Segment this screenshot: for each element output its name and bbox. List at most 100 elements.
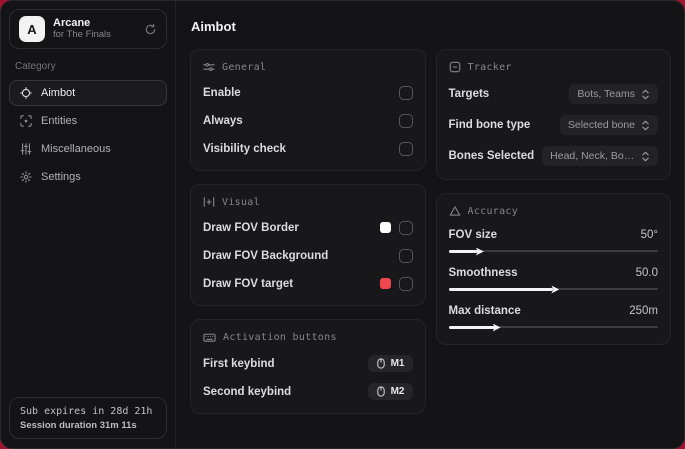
setting-row-fov-border: Draw FOV Border bbox=[203, 219, 413, 236]
tracker-card: Tracker Targets Bots, Teams Find bone ty… bbox=[435, 49, 671, 180]
sidebar-item-aimbot[interactable]: Aimbot bbox=[9, 80, 167, 106]
fov-target-color-swatch[interactable] bbox=[379, 278, 391, 289]
slider-thumb[interactable] bbox=[475, 247, 484, 256]
card-title: Tracker bbox=[467, 61, 512, 73]
fov-target-checkbox[interactable] bbox=[398, 276, 413, 291]
bones-selected-dropdown[interactable]: Head, Neck, Body, Pe.. bbox=[542, 146, 658, 166]
subscription-info: Sub expires in 28d 21h Session duration … bbox=[9, 397, 167, 439]
scan-eye-icon bbox=[20, 115, 32, 127]
setting-label: Second keybind bbox=[203, 385, 292, 398]
chevrons-up-down-icon bbox=[641, 120, 650, 131]
session-duration-text: Session duration 31m 11s bbox=[20, 420, 137, 431]
triangle-icon bbox=[449, 205, 461, 217]
app-window: A Arcane for The Finals Category Aimbot … bbox=[0, 0, 685, 449]
enable-checkbox[interactable] bbox=[398, 85, 413, 100]
fov-border-color-swatch[interactable] bbox=[379, 222, 391, 233]
setting-row-fov-background: Draw FOV Background bbox=[203, 247, 413, 264]
max-distance-slider[interactable] bbox=[448, 323, 658, 332]
fov-border-checkbox[interactable] bbox=[398, 220, 413, 235]
setting-row-second-keybind: Second keybind M2 bbox=[203, 383, 413, 400]
sidebar-item-label: Aimbot bbox=[41, 87, 76, 99]
setting-row-max-distance: Max distance 250m bbox=[448, 305, 658, 332]
brand-subtitle: for The Finals bbox=[53, 28, 111, 40]
smoothness-value: 50.0 bbox=[635, 267, 658, 279]
brand-logo: A bbox=[19, 16, 45, 42]
setting-row-always: Always bbox=[203, 112, 413, 129]
mouse-icon bbox=[376, 358, 386, 369]
sidebar-item-entities[interactable]: Entities bbox=[9, 108, 167, 134]
minus-square-icon bbox=[449, 61, 461, 73]
fov-background-checkbox[interactable] bbox=[398, 248, 413, 263]
visual-card: Visual Draw FOV Border Draw FOV Backgrou… bbox=[190, 184, 426, 306]
sidebar-item-label: Miscellaneous bbox=[41, 143, 111, 155]
category-label: Category bbox=[15, 61, 56, 72]
card-title: Activation buttons bbox=[223, 332, 337, 343]
accuracy-card: Accuracy FOV size 50° Smoothness 50.0 Ma… bbox=[435, 193, 671, 345]
sliders-horizontal-icon bbox=[203, 61, 215, 73]
setting-label: First keybind bbox=[203, 357, 275, 370]
find-bone-type-dropdown[interactable]: Selected bone bbox=[559, 115, 658, 135]
setting-label: Bones Selected bbox=[448, 150, 535, 162]
brand-card: A Arcane for The Finals bbox=[9, 9, 167, 49]
slider-thumb[interactable] bbox=[551, 285, 560, 294]
sliders-vertical-icon bbox=[20, 143, 32, 155]
setting-label: Enable bbox=[203, 86, 241, 99]
activation-buttons-card: Activation buttons First keybind M1 Seco… bbox=[190, 319, 426, 414]
general-card: General Enable Always Visibility check bbox=[190, 49, 426, 171]
keyboard-icon bbox=[203, 331, 216, 344]
sidebar-nav: Aimbot Entities Miscellaneous Settings bbox=[1, 80, 175, 190]
dropdown-value: Selected bone bbox=[567, 119, 635, 131]
slider-thumb[interactable] bbox=[492, 323, 501, 332]
crosshair-icon bbox=[20, 87, 32, 99]
keybind-value: M2 bbox=[390, 386, 405, 397]
setting-row-smoothness: Smoothness 50.0 bbox=[448, 267, 658, 294]
setting-row-targets: Targets Bots, Teams bbox=[448, 84, 658, 104]
setting-label: Draw FOV Background bbox=[203, 249, 329, 262]
card-title: General bbox=[222, 61, 267, 73]
setting-label: Targets bbox=[448, 88, 490, 100]
setting-row-bones-selected: Bones Selected Head, Neck, Body, Pe.. bbox=[448, 146, 658, 166]
smoothness-slider[interactable] bbox=[448, 285, 658, 294]
first-keybind-button[interactable]: M1 bbox=[367, 355, 413, 372]
sub-expiry-text: Sub expires in 28d 21h bbox=[20, 406, 153, 417]
always-checkbox[interactable] bbox=[398, 113, 413, 128]
setting-row-first-keybind: First keybind M1 bbox=[203, 355, 413, 372]
sidebar-item-label: Entities bbox=[41, 115, 78, 127]
setting-row-fov-size: FOV size 50° bbox=[448, 229, 658, 256]
fov-size-slider[interactable] bbox=[448, 247, 658, 256]
fov-size-value: 50° bbox=[640, 229, 658, 241]
mouse-icon bbox=[376, 386, 386, 397]
dropdown-value: Head, Neck, Body, Pe.. bbox=[550, 150, 635, 162]
max-distance-value: 250m bbox=[629, 305, 658, 317]
brand-name: Arcane bbox=[53, 17, 91, 30]
setting-row-find-bone-type: Find bone type Selected bone bbox=[448, 115, 658, 135]
visibility-check-checkbox[interactable] bbox=[398, 141, 413, 156]
focus-icon bbox=[203, 196, 215, 208]
sidebar-item-label: Settings bbox=[41, 171, 81, 183]
chevrons-up-down-icon bbox=[641, 89, 650, 100]
setting-row-fov-target: Draw FOV target bbox=[203, 275, 413, 292]
keybind-value: M1 bbox=[390, 358, 405, 369]
card-title: Accuracy bbox=[467, 205, 519, 217]
setting-label: Draw FOV target bbox=[203, 277, 294, 290]
chevrons-up-down-icon bbox=[641, 151, 650, 162]
gear-icon bbox=[20, 171, 32, 183]
page-title: Aimbot bbox=[191, 19, 236, 34]
sidebar-item-miscellaneous[interactable]: Miscellaneous bbox=[9, 136, 167, 162]
card-title: Visual bbox=[222, 196, 260, 208]
setting-row-visibility-check: Visibility check bbox=[203, 140, 413, 157]
setting-label: FOV size bbox=[448, 229, 498, 241]
setting-row-enable: Enable bbox=[203, 84, 413, 101]
sidebar-item-settings[interactable]: Settings bbox=[9, 164, 167, 190]
setting-label: Visibility check bbox=[203, 142, 286, 155]
setting-label: Smoothness bbox=[448, 267, 518, 279]
targets-dropdown[interactable]: Bots, Teams bbox=[569, 84, 658, 104]
main-panel: Aimbot General Enable Always Visibility … bbox=[177, 1, 684, 448]
sidebar: A Arcane for The Finals Category Aimbot … bbox=[1, 1, 176, 448]
dropdown-value: Bots, Teams bbox=[577, 88, 635, 100]
setting-label: Always bbox=[203, 114, 243, 127]
sync-icon[interactable] bbox=[144, 23, 157, 36]
setting-label: Find bone type bbox=[448, 119, 531, 131]
second-keybind-button[interactable]: M2 bbox=[367, 383, 413, 400]
setting-label: Draw FOV Border bbox=[203, 221, 299, 234]
